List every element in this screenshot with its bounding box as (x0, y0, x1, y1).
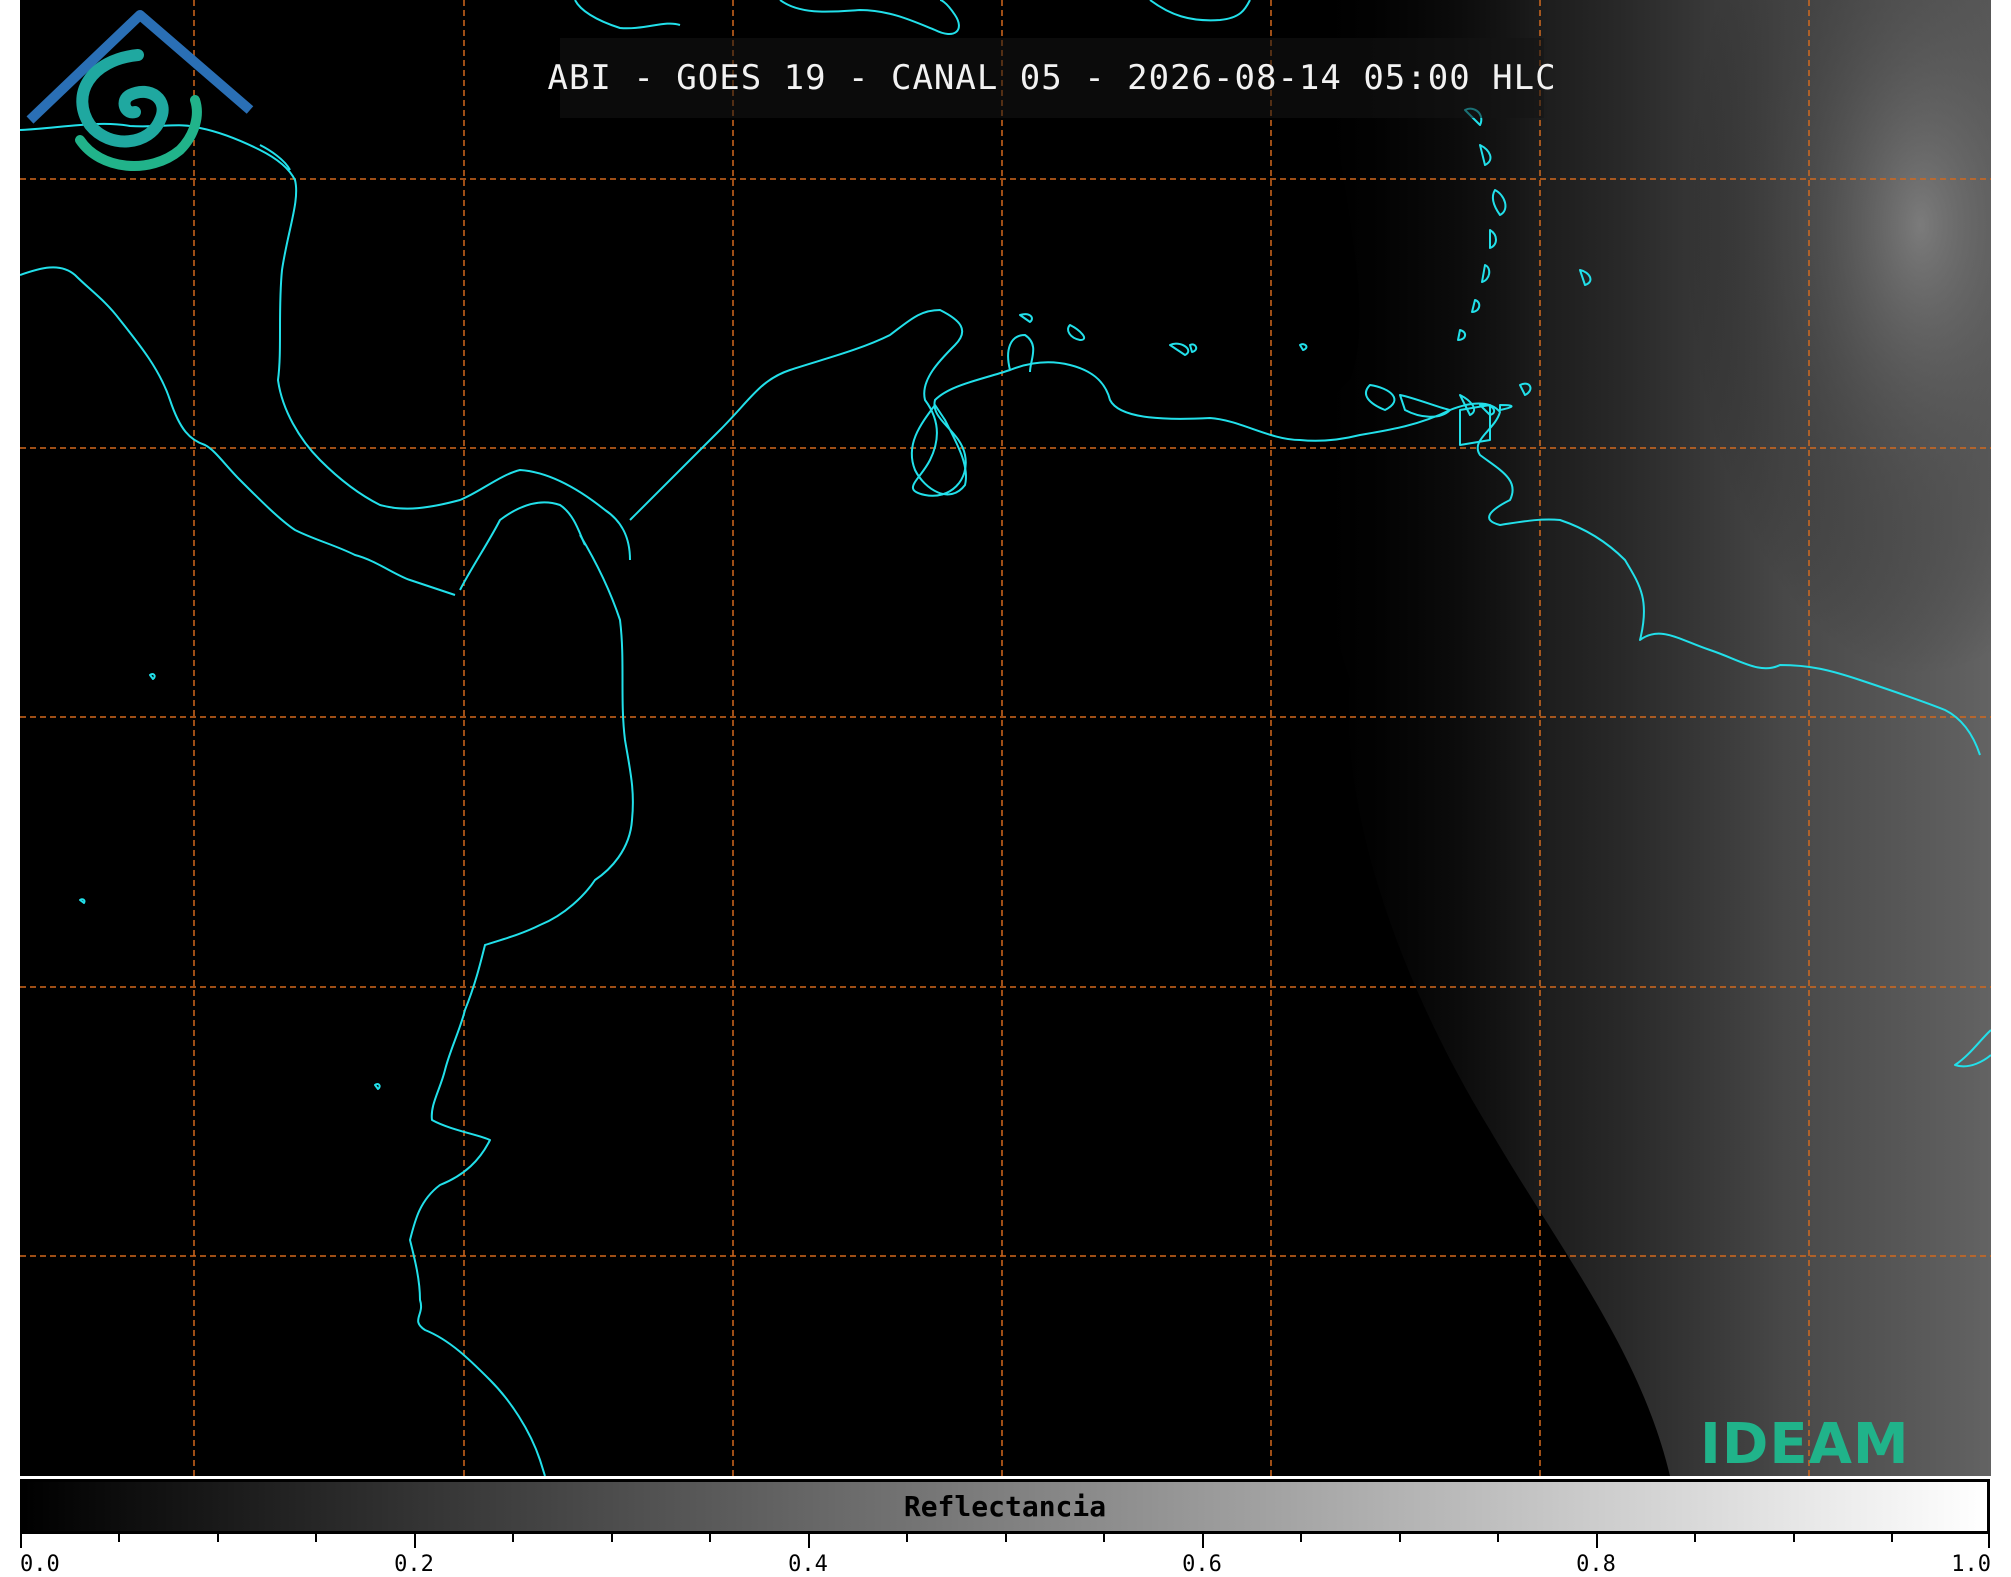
title-box: ABI - GOES 19 - CANAL 05 - 2026-08-14 05… (547, 38, 1556, 118)
tick (906, 1534, 908, 1542)
tick (1300, 1534, 1302, 1542)
tick (1005, 1534, 1007, 1542)
tick (20, 1534, 22, 1548)
colorbar: Reflectancia (20, 1479, 1990, 1534)
tick (1497, 1534, 1499, 1542)
tick-label: 0.8 (1576, 1552, 1616, 1577)
tick-label: 0.6 (1182, 1552, 1222, 1577)
tick (611, 1534, 613, 1542)
satellite-map: ABI - GOES 19 - CANAL 05 - 2026-08-14 05… (20, 0, 1991, 1476)
tick (1202, 1534, 1204, 1548)
tick-label: 0.0 (20, 1552, 60, 1577)
tick-label: 0.2 (394, 1552, 434, 1577)
tick (315, 1534, 317, 1542)
tick (414, 1534, 416, 1548)
tick-label: 1.0 (1951, 1552, 1991, 1577)
tick (512, 1534, 514, 1542)
cloud-highlight (1520, 0, 1991, 900)
tick (709, 1534, 711, 1542)
tick (1988, 1534, 1990, 1548)
map-layer (20, 0, 1991, 1476)
colorbar-ticks: 0.0 0.2 0.4 0.6 0.8 1.0 (20, 1534, 1991, 1577)
tick-label: 0.4 (788, 1552, 828, 1577)
map-title: ABI - GOES 19 - CANAL 05 - 2026-08-14 05… (547, 58, 1557, 98)
ideam-logo-text: IDEAM (1700, 1412, 1910, 1476)
tick (1793, 1534, 1795, 1542)
tick (1694, 1534, 1696, 1542)
colorbar-label: Reflectancia (903, 1490, 1107, 1523)
tick (1103, 1534, 1105, 1542)
tick (808, 1534, 810, 1548)
tick (1596, 1534, 1598, 1548)
tick (1891, 1534, 1893, 1542)
ideam-logo-icon (26, 10, 254, 171)
tick (217, 1534, 219, 1542)
tick (118, 1534, 120, 1542)
tick (1399, 1534, 1401, 1542)
